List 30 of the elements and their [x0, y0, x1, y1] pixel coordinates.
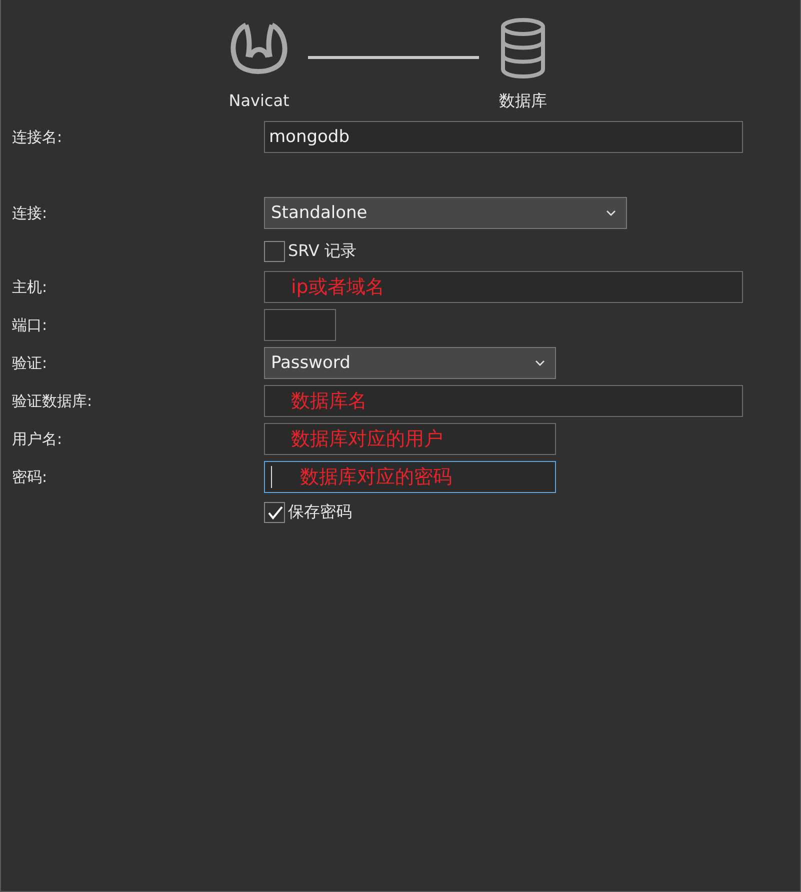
checkbox[interactable] — [264, 241, 285, 262]
field-label: 连接名: — [12, 128, 64, 146]
annotation-text: 数据库对应的用户 — [291, 427, 443, 452]
checkbox-label: SRV 记录 — [288, 241, 356, 262]
annotation-text: ip或者域名 — [291, 275, 384, 300]
input-field[interactable]: ip或者域名 — [264, 271, 743, 303]
chevron-down-icon — [606, 210, 616, 216]
chevron-down-icon — [535, 360, 545, 366]
target-label: 数据库 — [499, 91, 547, 112]
input-field[interactable]: 数据库名 — [264, 385, 743, 417]
source-label: Navicat — [228, 91, 290, 110]
input-field[interactable]: 数据库对应的用户 — [264, 423, 556, 455]
field-label: 用户名: — [12, 430, 64, 448]
field-label: 密码: — [12, 468, 48, 486]
field-label: 验证: — [12, 354, 48, 372]
input-field[interactable]: 数据库对应的密码 — [264, 461, 556, 493]
input-field[interactable] — [264, 309, 336, 341]
dropdown[interactable]: Password — [264, 347, 556, 379]
field-label: 连接: — [12, 204, 48, 222]
field-label: 验证数据库: — [12, 392, 94, 410]
checkbox-label: 保存密码 — [288, 502, 352, 523]
input-field[interactable]: mongodb — [264, 121, 743, 153]
annotation-text: 数据库对应的密码 — [300, 465, 452, 490]
database-icon — [499, 17, 547, 79]
checkmark-icon — [266, 504, 284, 522]
checkbox[interactable] — [264, 502, 285, 523]
dropdown[interactable]: Standalone — [264, 197, 627, 229]
annotation-text: 数据库名 — [291, 389, 367, 414]
field-label: 端口: — [12, 316, 48, 334]
field-label: 主机: — [12, 278, 48, 296]
